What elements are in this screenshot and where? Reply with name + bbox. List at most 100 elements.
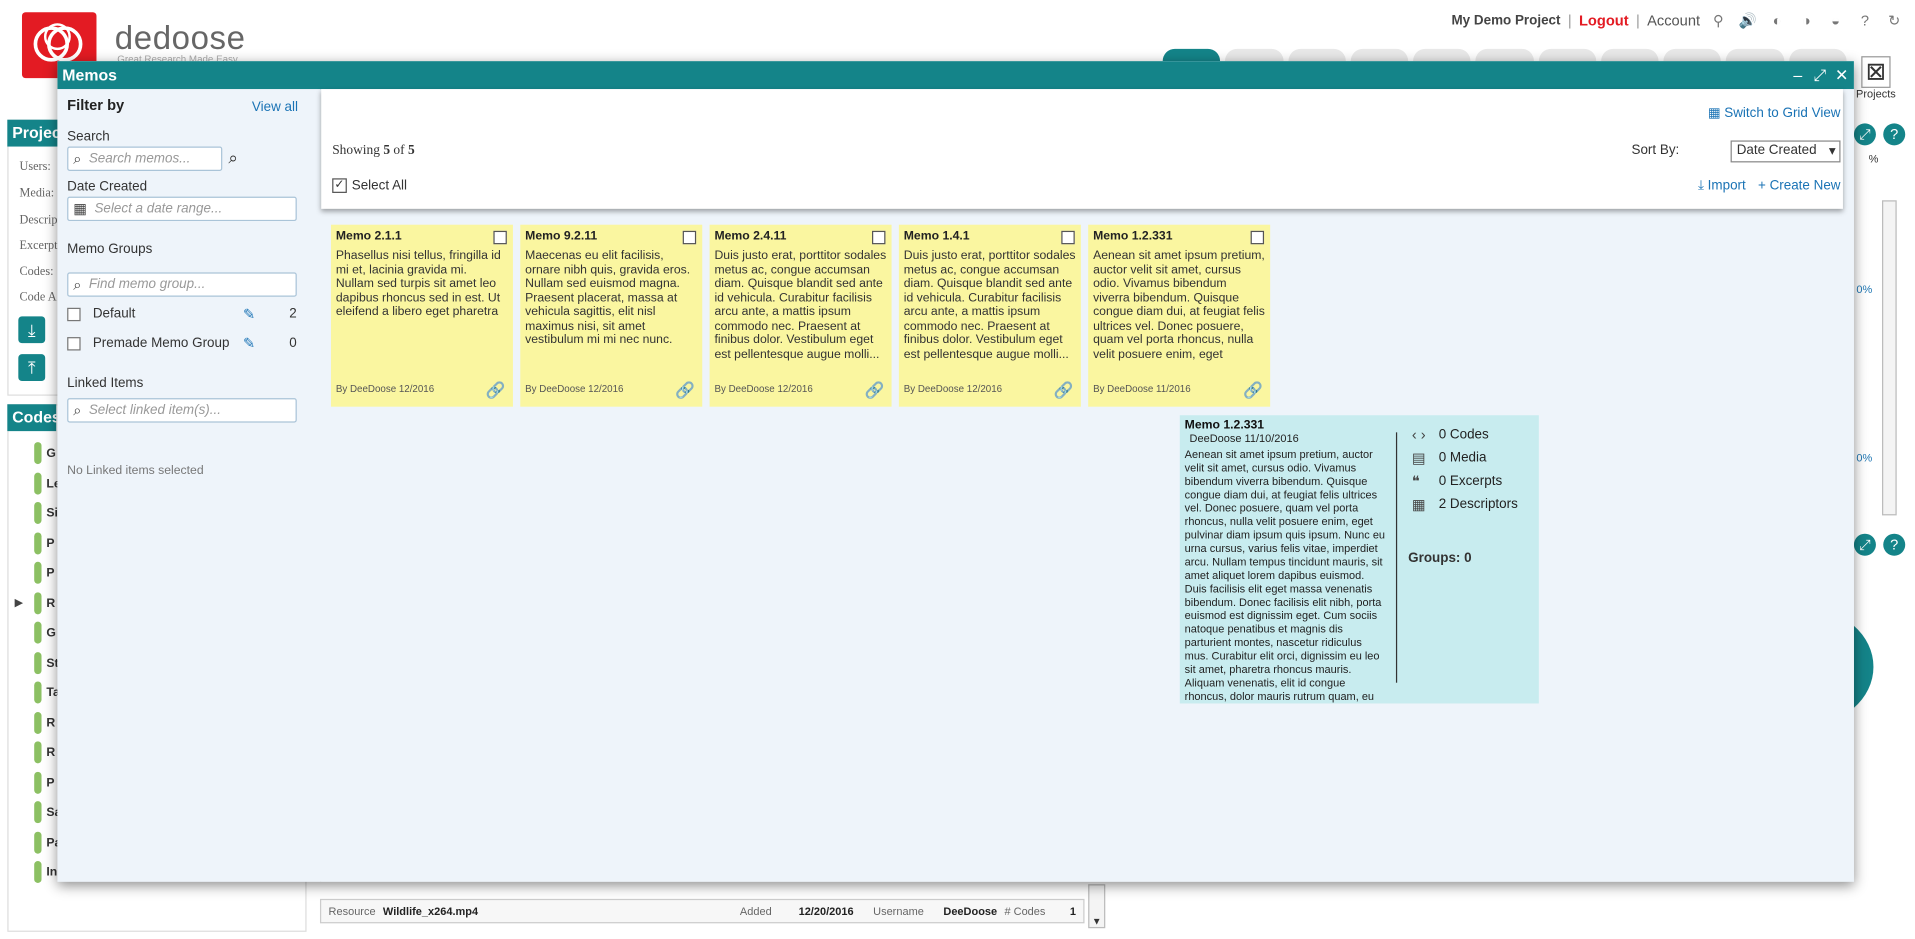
window-toggle-icon[interactable]: ◒ [1825,12,1847,29]
code-item-label[interactable]: R [46,597,55,610]
code-item-label[interactable]: G [46,447,56,460]
edit-pencil-icon[interactable]: ✎ [243,335,255,352]
code-color-bar [34,831,42,854]
help-icon[interactable]: ? [1883,123,1906,146]
memo-checkbox[interactable] [872,230,886,245]
memo-checkbox[interactable] [1061,230,1075,245]
descriptors-stat: ▦ 2 Descriptors [1412,492,1518,515]
linked-items-input[interactable]: ⌕ Select linked item(s)... [67,398,297,423]
memo-checkbox[interactable] [493,230,507,245]
username-value: DeeDoose [943,904,998,918]
expand-arrow-icon[interactable]: ▶ [15,596,23,609]
memo-card[interactable]: Memo 1.2.331 Aenean sit amet ipsum preti… [1088,224,1271,407]
code-item-label[interactable]: P [46,567,54,580]
create-new-button[interactable]: + Create New [1758,178,1841,194]
memo-card[interactable]: Memo 2.4.11 Duis justo erat, porttitor s… [709,224,892,407]
import-button[interactable]: ⤓ Import [1698,178,1746,194]
help-icon[interactable]: ? [1854,12,1876,29]
memo-body: Phasellus nisi tellus, fringilla id mi e… [335,249,501,319]
expand-icon[interactable]: ⤢ [1853,533,1876,556]
download-button[interactable]: ⤓ [18,316,46,344]
separator: | [1635,12,1640,30]
code-item-label[interactable]: P [46,776,54,789]
memo-card[interactable]: Memo 2.1.1 Phasellus nisi tellus, fringi… [330,224,513,407]
vertical-scrollbar[interactable] [1882,200,1897,516]
search-button-icon[interactable]: ⌕ [228,148,238,169]
calendar-icon: ▦ [73,200,88,218]
codes-count-value: 1 [1069,904,1076,918]
help-icon[interactable]: ? [1883,533,1906,556]
code-item-label[interactable]: G [46,627,56,640]
resource-value: Wildlife_x264.mp4 [382,904,479,918]
grid-view-label: Switch to Grid View [1724,106,1841,121]
group-checkbox[interactable] [67,336,81,350]
upload-button[interactable]: ⤒ [18,354,46,382]
minimize-icon[interactable]: – [1790,65,1805,85]
edit-pencil-icon[interactable]: ✎ [243,305,255,322]
code-color-bar [34,591,42,614]
link-icon[interactable]: 🔗 [486,381,506,401]
memo-checkbox[interactable] [1250,230,1265,245]
showing-prefix: Showing [332,142,384,158]
grid-view-link[interactable]: ▦ Switch to Grid View [1708,105,1841,121]
bottom-scrollbar[interactable]: ▼ [1088,884,1106,929]
close-icon[interactable]: ✕ [1834,65,1849,85]
code-item-label[interactable]: P [46,537,54,550]
group-checkbox[interactable] [67,307,81,321]
resource-label: Resource [328,904,376,918]
check-toggle-icon[interactable]: ◐ [1766,12,1788,29]
code-color-bar [34,651,42,674]
memo-card[interactable]: Memo 1.4.1 Duis justo erat, porttitor so… [898,224,1081,407]
projects-button[interactable]: ⊠ Projects [1854,56,1898,100]
pin-icon[interactable]: ⚲ [1707,12,1729,29]
memo-title: Memo 2.4.11 [714,229,787,244]
memo-checkbox[interactable] [682,230,697,245]
select-all-checkbox[interactable]: ✓ [332,178,347,193]
quote-icon: ❝ [1411,472,1420,490]
link-icon[interactable]: 🔗 [1243,381,1263,401]
refresh-icon[interactable]: ↻ [1883,12,1905,29]
memo-footer: By DeeDoose 11/2016 [1093,383,1191,395]
right-panel-controls: ⤢? [1853,533,1906,556]
code-item-label[interactable]: R [46,746,55,759]
code-color-bar [34,442,42,465]
code-color-bar [34,861,42,883]
memo-group-default[interactable]: Default ✎ 2 [67,305,297,322]
memo-group-search-input[interactable]: ⌕ Find memo group... [67,272,297,297]
code-color-bar [34,472,42,495]
percent-toggle[interactable]: % [1869,153,1879,165]
expand-icon[interactable]: ⤢ [1853,123,1876,146]
group-placeholder: Find memo group... [88,277,206,292]
media-stat-text: 0 Media [1438,450,1487,465]
project-name[interactable]: My Demo Project [1451,13,1560,28]
view-all-link[interactable]: View all [252,100,298,115]
link-icon[interactable]: 🔗 [675,381,695,401]
code-item-label[interactable]: R [46,716,55,729]
link-icon[interactable]: 🔗 [864,381,884,401]
account-link[interactable]: Account [1647,12,1700,29]
excerpts-stat: ❝ 0 Excerpts [1412,469,1518,492]
group-count: 2 [289,306,297,322]
search-input[interactable]: ⌕ Search memos... [67,146,223,171]
memo-card[interactable]: Memo 9.2.11 Maecenas eu elit facilisis, … [520,224,703,407]
document-icon: ▤ [1411,448,1426,466]
top-nav: My Demo Project | Logout | Account ⚲ 🔊 ◐… [1451,12,1905,29]
users-toggle-icon[interactable]: ◑ [1795,12,1817,29]
code-color-bar [34,621,42,644]
code-item-label[interactable]: In [46,866,57,879]
toolbar-actions: ⤓ Import + Create New [1698,178,1840,194]
resource-row[interactable]: Resource Wildlife_x264.mp4 Added 12/20/2… [319,898,1085,924]
link-icon[interactable]: 🔗 [1054,381,1074,401]
date-range-input[interactable]: ▦ Select a date range... [67,196,297,222]
code-item-label[interactable]: Si [46,507,58,520]
sound-icon[interactable]: 🔊 [1737,12,1759,29]
select-all[interactable]: ✓ Select All [332,178,407,193]
date-placeholder: Select a date range... [94,201,223,217]
sort-select[interactable]: Date Created [1730,140,1841,163]
logout-link[interactable]: Logout [1579,12,1629,29]
linked-placeholder: Select linked item(s)... [88,403,221,418]
memo-footer: By DeeDoose 12/2016 [335,383,435,395]
memo-group-premade[interactable]: Premade Memo Group ✎ 0 [67,335,297,352]
projects-icon: ⊠ [1861,56,1891,88]
maximize-icon[interactable]: ⤢ [1812,65,1827,85]
